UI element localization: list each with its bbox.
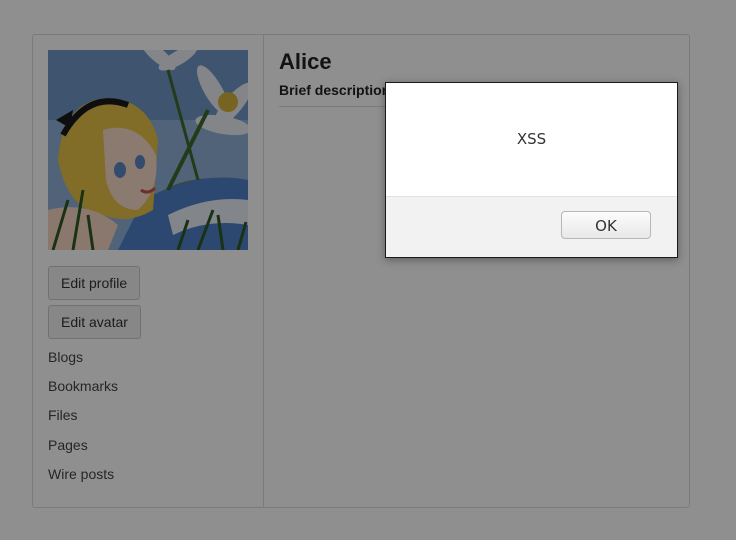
alert-message: XSS <box>516 130 547 148</box>
alert-footer: OK <box>386 196 677 257</box>
modal-overlay <box>0 0 736 540</box>
alert-dialog: XSS OK <box>385 82 678 258</box>
ok-button[interactable]: OK <box>561 211 651 239</box>
